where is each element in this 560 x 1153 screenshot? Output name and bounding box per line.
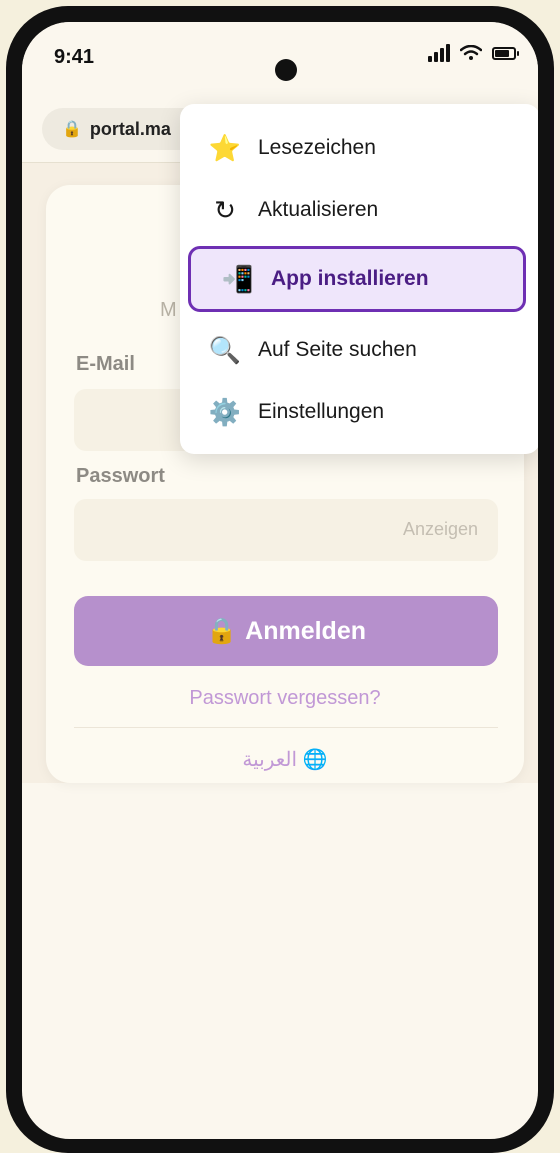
install-app-icon: 📲 xyxy=(221,263,255,294)
browser-menu: ⭐ Lesezeichen ↻ Aktualisieren 📲 App inst… xyxy=(180,104,538,454)
card-heading-partial: M xyxy=(160,299,177,321)
wifi-icon xyxy=(460,45,482,60)
menu-item-label: Einstellungen xyxy=(258,400,385,423)
show-password-toggle[interactable]: Anzeigen xyxy=(403,519,478,540)
menu-item-bookmarks[interactable]: ⭐ Lesezeichen xyxy=(180,120,538,176)
language-label: العربية xyxy=(242,749,298,771)
menu-item-label: Aktualisieren xyxy=(258,198,379,221)
menu-item-install-app[interactable]: 📲 App installieren xyxy=(188,246,526,312)
password-label: Passwort xyxy=(76,465,165,487)
gear-icon: ⚙️ xyxy=(208,396,242,427)
search-icon: 🔍 xyxy=(208,334,242,365)
menu-item-settings[interactable]: ⚙️ Einstellungen xyxy=(180,384,538,440)
signal-icon xyxy=(428,44,450,62)
screen: 9:41 🔒 portal.ma M E-Mail Passwort Anzei… xyxy=(22,22,538,1139)
divider xyxy=(74,727,498,728)
forgot-password-link[interactable]: Passwort vergessen? xyxy=(46,687,524,710)
status-time: 9:41 xyxy=(54,46,95,68)
menu-item-label: Auf Seite suchen xyxy=(258,338,417,361)
menu-item-label: App installieren xyxy=(271,267,429,290)
menu-item-find-in-page[interactable]: 🔍 Auf Seite suchen xyxy=(180,322,538,378)
status-icons xyxy=(428,44,519,62)
status-bar: 9:41 xyxy=(22,22,538,96)
email-label: E-Mail xyxy=(76,353,135,375)
globe-icon: 🌐 xyxy=(302,749,328,771)
login-button-label: Anmelden xyxy=(245,616,366,645)
language-switch[interactable]: العربية 🌐 xyxy=(46,747,524,772)
battery-icon xyxy=(492,46,519,60)
refresh-icon: ↻ xyxy=(214,194,236,225)
login-button[interactable]: 🔒 Anmelden xyxy=(74,596,498,666)
lock-icon: 🔒 xyxy=(206,616,238,645)
menu-item-reload[interactable]: ↻ Aktualisieren xyxy=(180,182,538,238)
star-icon: ⭐ xyxy=(208,132,242,163)
camera-notch xyxy=(275,59,297,81)
menu-item-label: Lesezeichen xyxy=(258,136,376,159)
lock-icon: 🔒 xyxy=(62,121,82,138)
password-field[interactable]: Anzeigen xyxy=(74,499,498,561)
url-text: portal.ma xyxy=(89,118,171,139)
phone-frame: 9:41 🔒 portal.ma M E-Mail Passwort Anzei… xyxy=(6,6,554,1153)
